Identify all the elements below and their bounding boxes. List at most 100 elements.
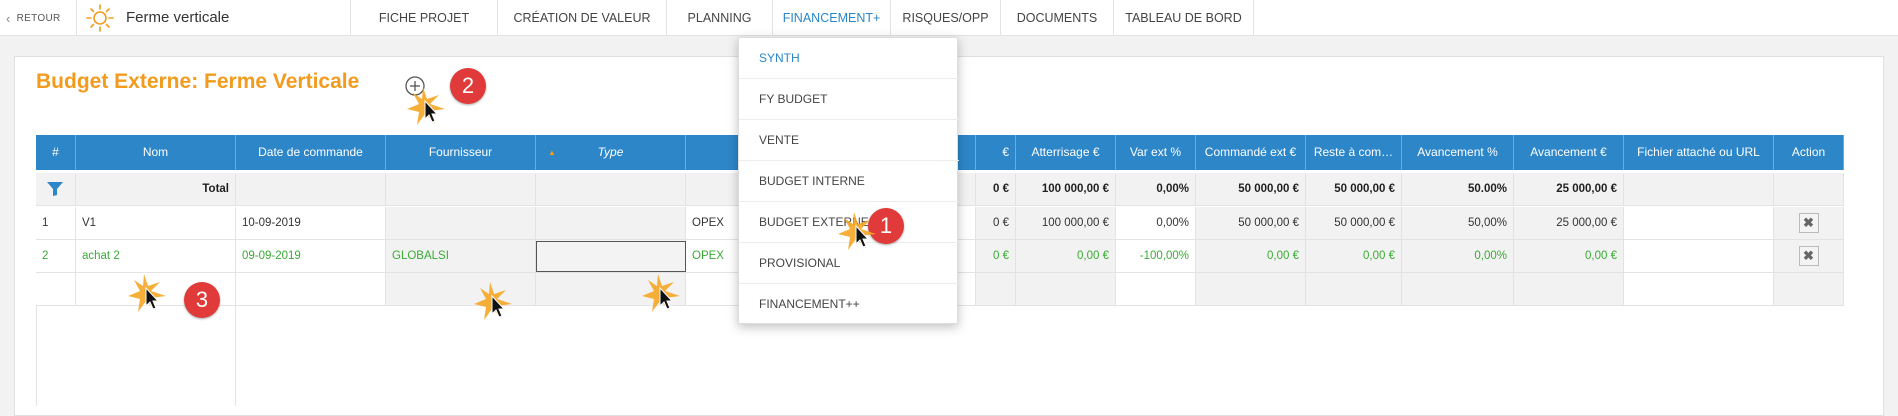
total-cell — [236, 173, 386, 206]
tab-tableau-de-bord[interactable]: TABLEAU DE BORD — [1114, 0, 1254, 36]
empty-cell — [1196, 273, 1306, 306]
cell-reste: 0,00 € — [1306, 240, 1402, 273]
tab-risques-opp[interactable]: RISQUES/OPP — [891, 0, 1001, 36]
total-reste: 50 000,00 € — [1306, 173, 1402, 206]
empty-cell[interactable] — [1624, 273, 1774, 306]
cell-var-ext: -100,00% — [1116, 240, 1196, 273]
click-cursor-icon — [838, 212, 876, 250]
back-link[interactable]: ‹ RETOUR — [6, 11, 60, 26]
cell-avancement-eur: 0,00 € — [1514, 240, 1624, 273]
tab-planning[interactable]: PLANNING — [667, 0, 773, 36]
grid-line — [235, 306, 236, 406]
menu-item-synth[interactable]: SYNTH — [739, 38, 959, 79]
tab-fiche-projet[interactable]: FICHE PROJET — [350, 0, 498, 36]
step-badge-2: 2 — [450, 68, 486, 104]
cell-avancement-pct: 0,00% — [1402, 240, 1514, 273]
cell-budget: 0 € — [976, 240, 1016, 273]
total-label: Total — [76, 173, 236, 206]
menu-item-budget-interne[interactable]: BUDGET INTERNE — [739, 161, 959, 202]
cell-action: ✖ — [1774, 240, 1844, 273]
column-header-nom[interactable]: Nom — [76, 135, 236, 170]
column-header-fichier[interactable]: Fichier attaché ou URL — [1624, 135, 1774, 170]
cell-fichier[interactable] — [1624, 207, 1774, 240]
back-label: RETOUR — [16, 13, 61, 24]
chevron-left-icon: ‹ — [6, 11, 11, 26]
click-cursor-icon — [642, 274, 680, 312]
column-header-atterrisage[interactable]: Atterrisage € — [1016, 135, 1116, 170]
cell-fournisseur[interactable]: GLOBALSI — [386, 240, 536, 273]
column-header-fournisseur[interactable]: Fournisseur — [386, 135, 536, 170]
row-number: 1 — [36, 207, 76, 240]
filter-cell[interactable] — [36, 173, 76, 206]
total-cell — [536, 173, 686, 206]
column-header-avancement-pct[interactable]: Avancement % — [1402, 135, 1514, 170]
empty-cell[interactable] — [36, 273, 76, 306]
total-var-ext: 0,00% — [1116, 173, 1196, 206]
financement-dropdown-menu: SYNTH FY BUDGET VENTE BUDGET INTERNE BUD… — [738, 37, 959, 325]
click-cursor-icon — [407, 87, 445, 125]
empty-cell — [1774, 273, 1844, 306]
empty-cell — [1116, 273, 1196, 306]
tab-financement[interactable]: FINANCEMENT+ — [773, 0, 891, 36]
column-header-type[interactable]: ▲ Type — [536, 135, 686, 170]
empty-cell — [1306, 273, 1402, 306]
tab-documents[interactable]: DOCUMENTS — [1001, 0, 1114, 36]
cell-fournisseur[interactable] — [386, 207, 536, 240]
filter-icon[interactable] — [46, 181, 64, 197]
empty-cell — [1016, 273, 1116, 306]
cell-nom[interactable]: achat 2 — [76, 240, 236, 273]
cell-date[interactable]: 10-09-2019 — [236, 207, 386, 240]
total-cell — [1774, 173, 1844, 206]
cell-commande-ext: 0,00 € — [1196, 240, 1306, 273]
click-cursor-icon — [128, 274, 166, 312]
cell-type[interactable] — [536, 207, 686, 240]
menu-item-vente[interactable]: VENTE — [739, 120, 959, 161]
cell-fichier[interactable] — [1624, 240, 1774, 273]
cell-atterrisage: 100 000,00 € — [1016, 207, 1116, 240]
cell-nom[interactable]: V1 — [76, 207, 236, 240]
total-cell — [386, 173, 536, 206]
top-navigation-bar: ‹ RETOUR Ferme verticale FICHE PROJET CR… — [0, 0, 1898, 36]
cell-avancement-pct: 50,00% — [1402, 207, 1514, 240]
column-header-action[interactable]: Action — [1774, 135, 1844, 170]
step-badge-3: 3 — [184, 282, 220, 318]
cell-commande-ext: 50 000,00 € — [1196, 207, 1306, 240]
empty-cell — [1402, 273, 1514, 306]
sun-logo-icon — [86, 4, 114, 32]
column-header-reste[interactable]: Reste à com… — [1306, 135, 1402, 170]
cell-budget: 0 € — [976, 207, 1016, 240]
column-header-type-label: Type — [597, 145, 624, 159]
delete-row-button[interactable]: ✖ — [1798, 213, 1819, 233]
cell-avancement-eur: 25 000,00 € — [1514, 207, 1624, 240]
tab-creation-de-valeur[interactable]: CRÉATION DE VALEUR — [498, 0, 667, 36]
total-cell — [1624, 173, 1774, 206]
column-header-var-ext[interactable]: Var ext % — [1116, 135, 1196, 170]
total-avancement-pct: 50.00% — [1402, 173, 1514, 206]
row-number: 2 — [36, 240, 76, 273]
divider — [76, 0, 77, 36]
project-title: Ferme verticale — [126, 9, 230, 26]
column-header-number[interactable]: # — [36, 135, 76, 170]
type-cell-selected[interactable] — [536, 241, 686, 272]
cell-date[interactable]: 09-09-2019 — [236, 240, 386, 273]
sort-ascending-icon: ▲ — [548, 148, 556, 157]
delete-row-button[interactable]: ✖ — [1798, 246, 1819, 266]
empty-cell — [1514, 273, 1624, 306]
column-header-date[interactable]: Date de commande — [236, 135, 386, 170]
column-header-avancement-eur[interactable]: Avancement € — [1514, 135, 1624, 170]
cell-reste: 50 000,00 € — [1306, 207, 1402, 240]
column-header-budget[interactable]: € — [976, 135, 1016, 170]
page-title: Budget Externe: Ferme Verticale — [36, 70, 360, 93]
grid-line — [36, 306, 37, 406]
empty-cell — [976, 273, 1016, 306]
cell-atterrisage: 0,00 € — [1016, 240, 1116, 273]
menu-item-fy-budget[interactable]: FY BUDGET — [739, 79, 959, 120]
total-avancement-eur: 25 000,00 € — [1514, 173, 1624, 206]
total-atterrisage: 100 000,00 € — [1016, 173, 1116, 206]
new-date-cell[interactable] — [236, 273, 386, 306]
menu-item-financement-plus-plus[interactable]: FINANCEMENT++ — [739, 284, 959, 325]
cell-action: ✖ — [1774, 207, 1844, 240]
total-commande-ext: 50 000,00 € — [1196, 173, 1306, 206]
column-header-commande-ext[interactable]: Commandé ext € — [1196, 135, 1306, 170]
total-budget: 0 € — [976, 173, 1016, 206]
